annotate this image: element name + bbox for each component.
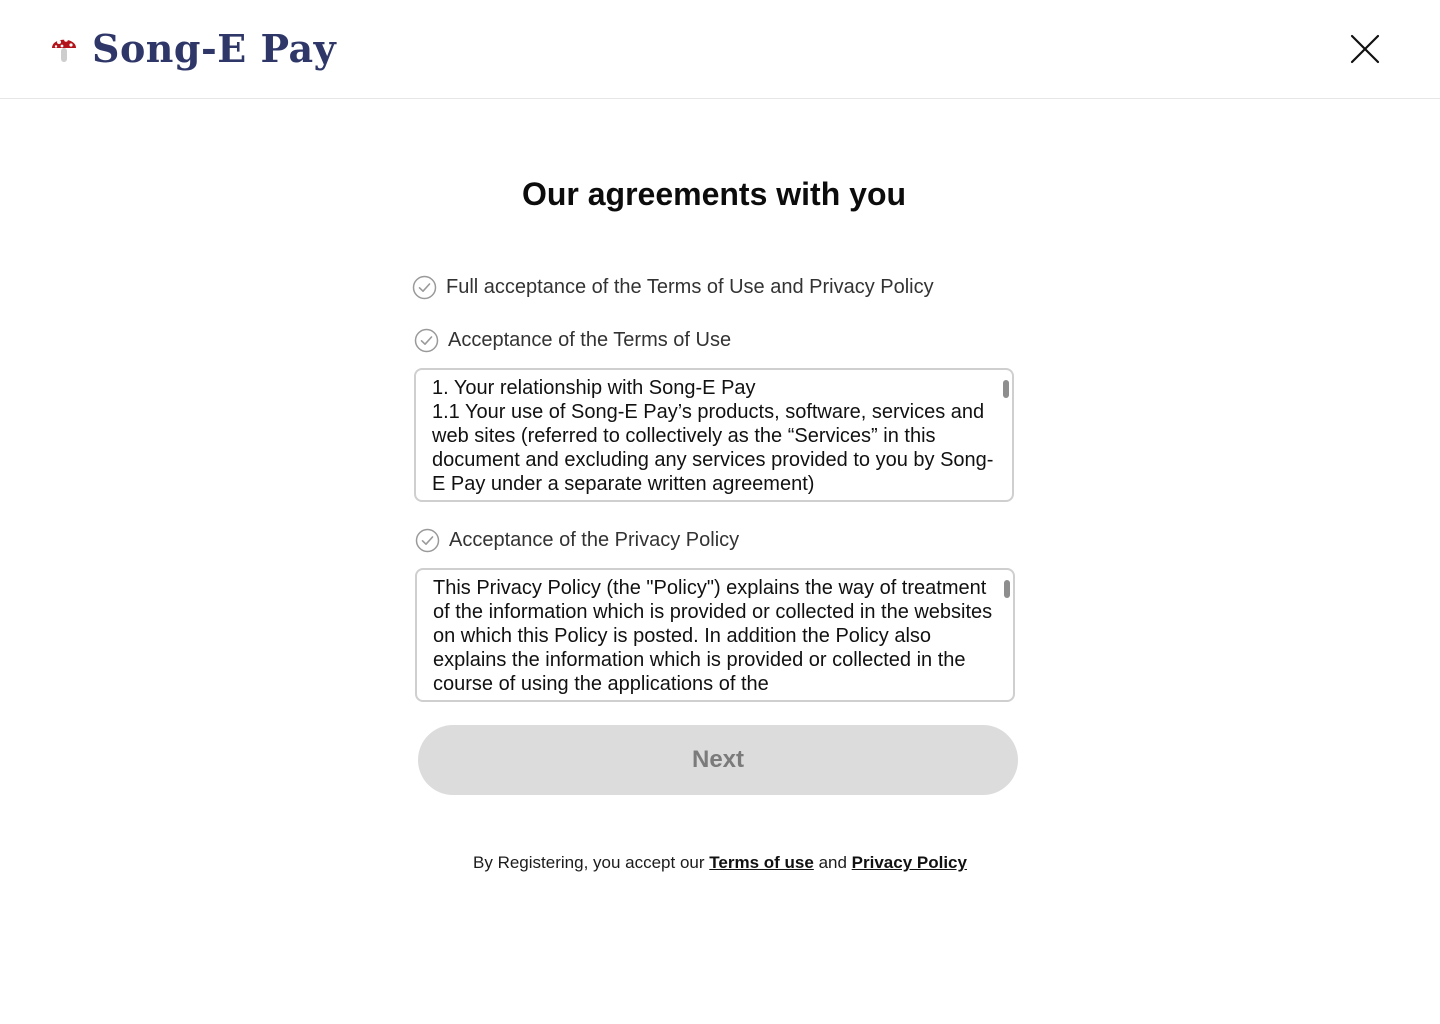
full-acceptance-label: Full acceptance of the Terms of Use and …: [446, 276, 934, 298]
terms-text: 1. Your relationship with Song-E Pay 1.1…: [432, 377, 994, 495]
page-title: Our agreements with you: [521, 176, 907, 212]
privacy-text-box[interactable]: This Privacy Policy (the "Policy") expla…: [415, 568, 1015, 702]
privacy-text: This Privacy Policy (the "Policy") expla…: [433, 577, 993, 695]
privacy-checkbox[interactable]: Acceptance of the Privacy Policy: [415, 527, 739, 553]
brand-logo[interactable]: Song-E Pay: [50, 26, 336, 72]
terms-of-use-link[interactable]: Terms of use: [709, 853, 814, 872]
privacy-policy-link[interactable]: Privacy Policy: [852, 853, 967, 872]
brand-name: Song-E Pay: [92, 26, 337, 71]
terms-checkbox[interactable]: Acceptance of the Terms of Use: [414, 327, 731, 353]
privacy-label: Acceptance of the Privacy Policy: [449, 529, 740, 551]
footer-consent: By Registering, you accept our Terms of …: [0, 852, 1440, 874]
close-icon[interactable]: [1348, 32, 1382, 66]
next-button[interactable]: Next: [418, 725, 1018, 795]
app-header: Song-E Pay: [0, 0, 1440, 99]
mushroom-icon: [52, 38, 76, 62]
footer-conjunction: and: [818, 853, 847, 872]
check-circle-icon: [415, 528, 440, 552]
check-circle-icon: [414, 328, 439, 352]
privacy-scrollbar[interactable]: [1004, 580, 1010, 598]
footer-prefix: By Registering, you accept our: [473, 853, 705, 872]
check-circle-icon: [412, 275, 437, 299]
terms-scrollbar[interactable]: [1003, 380, 1009, 398]
terms-text-box[interactable]: 1. Your relationship with Song-E Pay 1.1…: [414, 368, 1014, 502]
terms-label: Acceptance of the Terms of Use: [448, 329, 732, 351]
full-acceptance-checkbox[interactable]: Full acceptance of the Terms of Use and …: [412, 274, 934, 300]
